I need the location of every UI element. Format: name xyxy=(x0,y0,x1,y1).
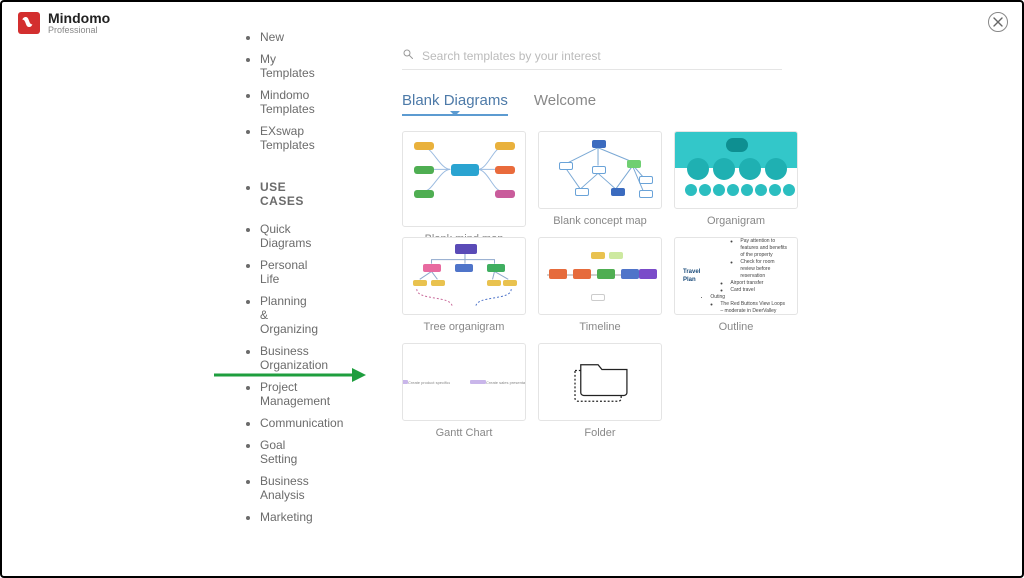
thumb-outline: Travel Plan Before departure Prepare tra… xyxy=(674,237,798,315)
template-card-gantt-chart[interactable]: Task Name Start Marketing Target market … xyxy=(402,343,526,439)
search-input[interactable] xyxy=(422,49,742,63)
template-card-tree-organigram[interactable]: Tree organigram xyxy=(402,237,526,333)
thumb-concept-map xyxy=(538,131,662,209)
template-label: Timeline xyxy=(538,321,662,333)
thumb-gantt-chart: Task Name Start Marketing Target market … xyxy=(402,343,526,421)
outline-sample-title: Travel Plan xyxy=(683,268,700,285)
thumb-mind-map xyxy=(402,131,526,227)
thumb-timeline xyxy=(538,237,662,315)
template-label: Folder xyxy=(538,427,662,439)
template-grid: Blank mind map Blank concept map xyxy=(402,131,992,439)
template-card-blank-concept-map[interactable]: Blank concept map xyxy=(538,131,662,227)
template-label: Tree organigram xyxy=(402,321,526,333)
tab-blank-diagrams[interactable]: Blank Diagrams xyxy=(402,92,508,115)
main-panel: Blank Diagrams Welcome Blank mind map xyxy=(390,44,1022,576)
sidebar: New My Templates Mindomo Templates EXswa… xyxy=(2,20,260,528)
template-label: Blank concept map xyxy=(538,215,662,227)
close-button[interactable] xyxy=(988,12,1008,32)
close-icon xyxy=(993,17,1003,27)
search-bar[interactable] xyxy=(402,44,782,70)
template-label: Outline xyxy=(674,321,798,333)
thumb-folder xyxy=(538,343,662,421)
tab-welcome[interactable]: Welcome xyxy=(534,92,596,115)
template-label: Organigram xyxy=(674,215,798,227)
template-card-outline[interactable]: Travel Plan Before departure Prepare tra… xyxy=(674,237,798,333)
thumb-organigram xyxy=(674,131,798,209)
template-label: Gantt Chart xyxy=(402,427,526,439)
search-icon xyxy=(402,48,414,63)
template-card-timeline[interactable]: Timeline xyxy=(538,237,662,333)
template-card-blank-mind-map[interactable]: Blank mind map xyxy=(402,131,526,227)
thumb-tree-organigram xyxy=(402,237,526,315)
tab-bar: Blank Diagrams Welcome xyxy=(402,92,992,115)
template-card-organigram[interactable]: Organigram xyxy=(674,131,798,227)
folder-icon xyxy=(569,357,631,407)
template-card-folder[interactable]: Folder xyxy=(538,343,662,439)
